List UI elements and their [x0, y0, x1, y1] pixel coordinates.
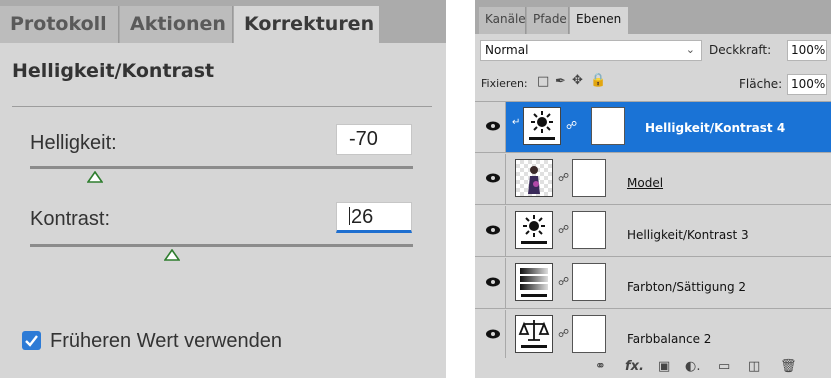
lock-transparent-icon[interactable]: □	[537, 74, 549, 89]
person-figure-icon	[528, 166, 540, 194]
layer-mask-thumb[interactable]	[572, 211, 606, 249]
folder-icon[interactable]: ▭	[718, 359, 730, 374]
brightness-contrast-thumb	[523, 107, 561, 145]
layer-mask-thumb[interactable]	[572, 315, 606, 353]
sun-icon	[529, 111, 555, 140]
contrast-label: Kontrast:	[30, 208, 111, 230]
tab-protokoll[interactable]: Protokoll	[0, 6, 119, 43]
visibility-cell[interactable]	[475, 154, 506, 204]
eye-icon[interactable]	[485, 224, 501, 236]
tab-pfade[interactable]: Pfade	[527, 7, 569, 34]
layer-row[interactable]: ☍ Farbton/Sättigung 2	[475, 258, 831, 309]
layer-mask-thumb[interactable]	[572, 263, 606, 301]
link-chain-icon[interactable]: ☍	[558, 327, 569, 340]
divider	[12, 106, 432, 107]
clip-arrow-icon: ↵	[512, 117, 521, 128]
layer-name[interactable]: Farbton/Sättigung 2	[627, 280, 746, 294]
layer-row[interactable]: ☍ Model	[475, 154, 831, 205]
link-icon[interactable]: ⚭	[595, 359, 606, 374]
adjustment-icon[interactable]: ◐.	[685, 359, 700, 374]
link-chain-icon[interactable]: ☍	[558, 171, 569, 184]
layer-name[interactable]: Model	[627, 176, 663, 190]
layers-footer-toolbar: ⚭ fx. ▣ ◐. ▭ ◫ 🗑	[475, 358, 831, 378]
gradient-bars-icon	[520, 268, 548, 297]
contrast-value: 26	[351, 206, 374, 228]
korrekturen-panel: Protokoll Aktionen Korrekturen Helligkei…	[0, 0, 446, 378]
trash-icon[interactable]: 🗑	[780, 359, 797, 374]
lock-paint-icon[interactable]: ✒	[555, 74, 566, 89]
blend-mode-select[interactable]: Normal ⌄	[480, 40, 702, 61]
layer-name[interactable]: Farbbalance 2	[627, 332, 711, 346]
visibility-cell[interactable]	[475, 258, 506, 308]
lock-all-icon[interactable]: 🔒	[590, 73, 606, 88]
link-chain-icon[interactable]: ☍	[558, 223, 569, 236]
previous-value-label[interactable]: Früheren Wert verwenden	[50, 330, 282, 353]
visibility-cell[interactable]	[475, 102, 506, 152]
lock-position-icon[interactable]: ✥	[572, 73, 583, 88]
layer-mask-thumb[interactable]	[591, 107, 625, 145]
layer-name[interactable]: Helligkeit/Kontrast 4	[645, 121, 785, 135]
model-image-thumb	[515, 159, 553, 197]
layer-row[interactable]: ↵ ☍ Helligkeit/Kontrast 4	[475, 102, 831, 153]
eye-icon[interactable]	[485, 328, 501, 340]
contrast-slider-thumb[interactable]	[163, 249, 180, 261]
chevron-down-icon: ⌄	[685, 43, 695, 56]
opacity-label: Deckkraft:	[709, 43, 772, 57]
brightness-input[interactable]: -70	[336, 124, 412, 155]
contrast-slider-track[interactable]	[30, 244, 413, 247]
mask-icon[interactable]: ▣	[658, 359, 670, 374]
visibility-cell[interactable]	[475, 310, 506, 360]
link-chain-icon[interactable]: ☍	[558, 275, 569, 288]
sun-icon	[521, 215, 547, 244]
contrast-input[interactable]: 26	[336, 202, 412, 233]
brightness-slider-track[interactable]	[30, 166, 413, 169]
tab-aktionen[interactable]: Aktionen	[120, 6, 233, 43]
color-balance-thumb	[515, 315, 553, 353]
opacity-input[interactable]: 100%	[787, 40, 827, 61]
panel-title: Helligkeit/Kontrast	[12, 60, 215, 82]
visibility-cell[interactable]	[475, 206, 506, 256]
scale-balance-icon	[518, 320, 550, 348]
layer-row[interactable]: ☍ Farbbalance 2	[475, 310, 831, 361]
brightness-contrast-thumb	[515, 211, 553, 249]
eye-icon[interactable]	[485, 120, 501, 132]
layers-panel: Kanäle Pfade Ebenen Normal ⌄ Deckkraft: …	[475, 0, 831, 378]
layer-row[interactable]: ☍ Helligkeit/Kontrast 3	[475, 206, 831, 257]
blend-mode-value: Normal	[485, 43, 529, 57]
lock-label: Fixieren:	[481, 77, 528, 90]
tab-kanaele[interactable]: Kanäle	[479, 7, 526, 34]
eye-icon[interactable]	[485, 172, 501, 184]
previous-value-checkbox[interactable]	[22, 331, 41, 350]
hue-saturation-thumb	[515, 263, 553, 301]
brightness-label: Helligkeit:	[30, 132, 117, 154]
new-layer-icon[interactable]: ◫	[748, 359, 760, 374]
tab-ebenen[interactable]: Ebenen	[570, 7, 628, 34]
link-chain-icon[interactable]: ☍	[566, 119, 577, 132]
layer-name[interactable]: Helligkeit/Kontrast 3	[627, 228, 749, 242]
check-icon	[25, 335, 38, 347]
layer-mask-thumb[interactable]	[572, 159, 606, 197]
eye-icon[interactable]	[485, 276, 501, 288]
brightness-slider-thumb[interactable]	[87, 171, 104, 183]
fill-label: Fläche:	[739, 77, 783, 91]
fx-icon[interactable]: fx.	[625, 359, 644, 374]
tab-korrekturen[interactable]: Korrekturen	[234, 6, 379, 43]
panel-tab-bar: Protokoll Aktionen Korrekturen	[0, 0, 446, 43]
layers-tab-bar: Kanäle Pfade Ebenen	[475, 0, 831, 34]
fill-input[interactable]: 100%	[787, 74, 827, 95]
text-caret	[349, 207, 350, 225]
